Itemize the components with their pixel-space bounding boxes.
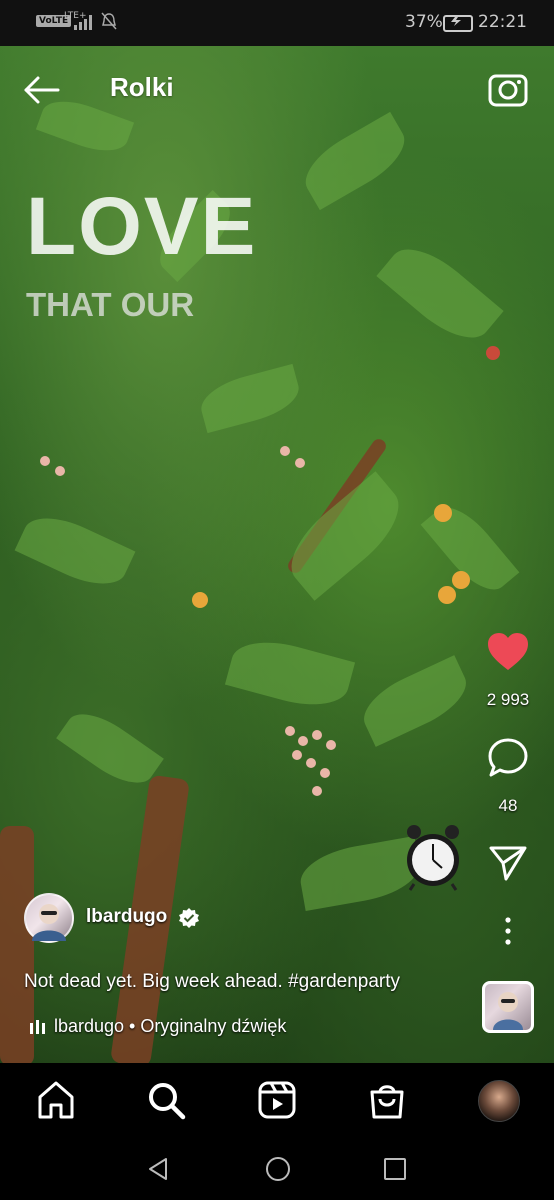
- heart-icon[interactable]: [487, 632, 529, 672]
- signal-icon: [74, 15, 92, 30]
- tree-trunk: [0, 826, 34, 1063]
- verified-badge-icon: [179, 908, 199, 928]
- caption-text: Not dead yet. Big week ahead.: [24, 971, 289, 992]
- berry: [320, 768, 330, 778]
- camera-icon[interactable]: [488, 70, 528, 108]
- fruit: [438, 586, 456, 604]
- fruit: [452, 571, 470, 589]
- audio-label: lbardugo • Oryginalny dźwięk: [54, 1016, 287, 1036]
- home-circle-icon[interactable]: [265, 1156, 291, 1182]
- bell-off-icon: [101, 12, 117, 30]
- like-count[interactable]: 2 993: [460, 690, 554, 710]
- berry: [292, 750, 302, 760]
- audio-attribution[interactable]: lbardugo • Oryginalny dźwięk: [30, 1016, 286, 1037]
- status-bar: VoLTE LTE+ 37% 22:21: [0, 0, 554, 46]
- leaf: [224, 631, 356, 716]
- battery-charging-icon: [443, 15, 473, 32]
- alarm-clock-image: [407, 825, 459, 891]
- reels-icon[interactable]: [256, 1079, 298, 1121]
- arrow-left-icon[interactable]: [22, 74, 62, 106]
- search-icon[interactable]: [145, 1079, 187, 1121]
- berry: [285, 726, 295, 736]
- berry: [55, 466, 65, 476]
- leaf: [14, 505, 136, 597]
- system-nav-bar: [0, 1139, 554, 1200]
- audio-bars-icon: [30, 1019, 45, 1034]
- berry: [280, 446, 290, 456]
- berry: [40, 456, 50, 466]
- status-time: 22:21: [478, 12, 527, 32]
- video-overlay-title: LOVE: [26, 181, 258, 272]
- comment-icon[interactable]: [487, 737, 529, 779]
- fruit: [486, 346, 500, 360]
- profile-avatar[interactable]: [478, 1080, 520, 1122]
- comment-count[interactable]: 48: [460, 796, 554, 816]
- hashtag-link[interactable]: #gardenparty: [288, 971, 400, 992]
- berry: [312, 730, 322, 740]
- post-caption[interactable]: Not dead yet. Big week ahead. #gardenpar…: [24, 971, 400, 993]
- author-username[interactable]: lbardugo: [86, 906, 167, 928]
- video-overlay-subtitle: THAT OUR: [26, 286, 195, 323]
- battery-percent: 37%: [405, 12, 443, 32]
- leaf: [195, 363, 305, 434]
- audio-thumbnail[interactable]: [482, 981, 534, 1033]
- leaf: [294, 111, 416, 211]
- more-icon[interactable]: [498, 914, 518, 948]
- fruit: [434, 504, 452, 522]
- back-triangle-icon[interactable]: [146, 1157, 170, 1181]
- home-icon[interactable]: [35, 1079, 77, 1121]
- share-icon[interactable]: [488, 844, 528, 882]
- author-avatar[interactable]: [24, 893, 74, 943]
- berry: [306, 758, 316, 768]
- page-title: Rolki: [110, 72, 174, 102]
- berry: [298, 736, 308, 746]
- shop-icon[interactable]: [366, 1079, 408, 1121]
- leaf: [376, 233, 504, 354]
- berry: [312, 786, 322, 796]
- fruit: [192, 592, 208, 608]
- leaf: [354, 655, 476, 747]
- leaf: [56, 701, 164, 796]
- berry: [295, 458, 305, 468]
- berry: [326, 740, 336, 750]
- bottom-nav: [0, 1063, 554, 1139]
- recents-square-icon[interactable]: [383, 1157, 407, 1181]
